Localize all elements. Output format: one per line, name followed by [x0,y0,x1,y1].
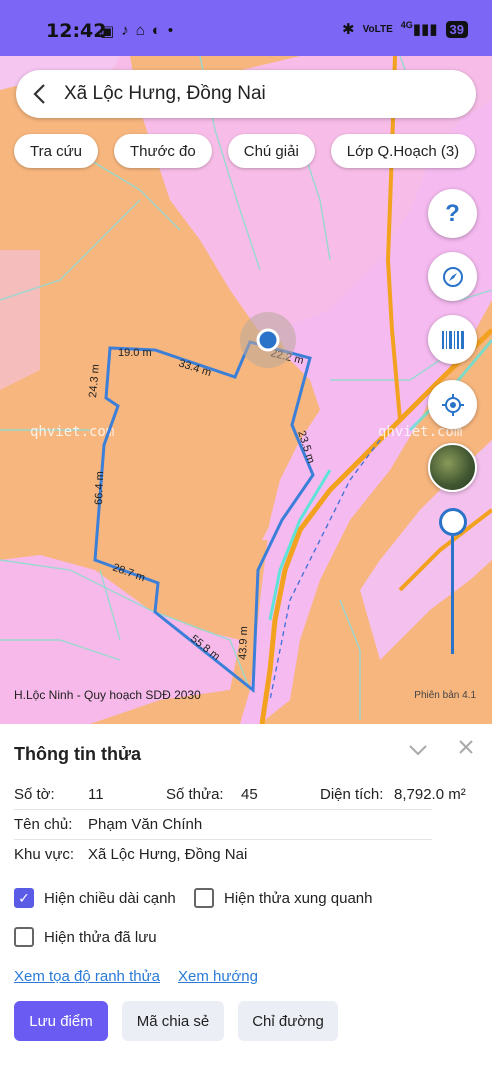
app-version: Phiên bản 4.1 [414,690,476,701]
battery-icon: 39 [445,20,468,38]
share-code-button[interactable]: Mã chia sẻ [122,1001,224,1041]
chip-lookup[interactable]: Tra cứu [14,134,98,168]
so-thua-label: Số thửa: [166,786,224,803]
owner-row: Tên chủ: Phạm Văn Chính [14,816,454,836]
divider [14,839,432,840]
app-icon: ◐ [151,22,161,39]
bluetooth-icon: ✱ [341,21,355,38]
my-location-button[interactable] [428,380,477,429]
notification-icons: ▣ ♪ ⌂ ◐ • [100,22,173,40]
area-row: Khu vực: Xã Lộc Hưng, Đồng Nai [14,846,454,866]
back-button[interactable] [16,70,64,118]
save-point-button[interactable]: Lưu điểm [14,1001,108,1041]
help-icon: ? [445,199,460,227]
dien-tich-value: 8,792.0 m² [394,786,466,803]
map-caption: H.Lộc Ninh - Quy hoạch SDĐ 2030 [14,688,201,702]
edge-label-1: 19.0 m [118,347,152,359]
back-arrow-icon [33,84,45,104]
location-dot [256,328,280,352]
help-button[interactable]: ? [428,189,477,238]
satellite-toggle-button[interactable] [428,443,477,492]
barcode-icon [441,330,464,349]
parcel-info-panel: Thông tin thửa Số tờ: 11 Số thửa: 45 Diệ… [0,724,492,1080]
checkbox-unchecked-icon [14,927,34,947]
chip-ruler[interactable]: Thước đo [114,134,212,168]
show-nearby-parcels-checkbox[interactable]: Hiện thửa xung quanh [194,888,372,908]
show-saved-parcels-label: Hiện thửa đã lưu [44,928,157,946]
dot-icon: • [167,22,174,39]
system-icons: ✱ VoLTE 4G▮▮▮ 39 [342,20,468,38]
show-nearby-parcels-label: Hiện thửa xung quanh [224,889,373,907]
show-saved-parcels-checkbox[interactable]: Hiện thửa đã lưu [14,927,157,947]
ten-chu-label: Tên chủ: [14,816,73,833]
collapse-chevron-icon[interactable] [408,740,428,761]
home-icon: ⌂ [135,22,145,39]
watermark-left: qhviet.com [30,424,114,440]
so-to-label: Số tờ: [14,786,55,803]
compass-icon [442,266,463,287]
tiktok-icon: ♪ [121,22,129,39]
signal-icon: 4G▮▮▮ [400,20,438,38]
location-title: Xã Lộc Hưng, Đồng Nai [64,83,266,104]
zalo-icon: ▣ [100,23,115,40]
parcel-numbers-row: Số tờ: 11 Số thửa: 45 Diện tích: 8,792.0… [14,786,478,806]
chip-planning-layers[interactable]: Lớp Q.Hoạch (3) [330,134,476,168]
show-edge-lengths-checkbox[interactable]: ✓ Hiện chiều dài cạnh [14,888,176,908]
panel-title: Thông tin thửa [14,744,142,764]
khu-vuc-value: Xã Lộc Hưng, Đồng Nai [88,846,248,863]
search-bar[interactable]: Xã Lộc Hưng, Đồng Nai [16,70,476,118]
divider [14,809,432,810]
dien-tich-label: Diện tích: [320,786,384,803]
so-to-value: 11 [88,786,104,803]
compass-button[interactable] [428,252,477,301]
opacity-slider-handle[interactable] [439,508,467,536]
opacity-slider-track[interactable] [451,536,454,654]
view-direction-link[interactable]: Xem hướng [178,968,258,985]
chip-row: Tra cứu Thước đo Chú giải Lớp Q.Hoạch (3… [14,134,476,168]
status-bar: 12:42 ▣ ♪ ⌂ ◐ • ✱ VoLTE 4G▮▮▮ 39 [0,0,492,56]
directions-button[interactable]: Chỉ đường [238,1001,338,1041]
volte-icon: VoLTE [362,23,393,35]
checkbox-unchecked-icon [194,888,214,908]
edge-label-6: 66.4 m [93,471,106,505]
show-edge-lengths-label: Hiện chiều dài cạnh [44,889,176,907]
checkbox-checked-icon: ✓ [14,888,34,908]
clock: 12:42 [46,20,107,42]
close-icon[interactable] [458,738,474,761]
edge-label-9: 43.9 m [237,626,250,660]
ten-chu-value: Phạm Văn Chính [88,816,203,833]
crosshair-icon [441,393,464,416]
khu-vuc-label: Khu vực: [14,846,75,863]
chip-legend[interactable]: Chú giải [227,134,315,168]
barcode-button[interactable] [428,315,477,364]
view-boundary-coordinates-link[interactable]: Xem tọa độ ranh thửa [14,968,160,985]
so-thua-value: 45 [241,786,258,803]
